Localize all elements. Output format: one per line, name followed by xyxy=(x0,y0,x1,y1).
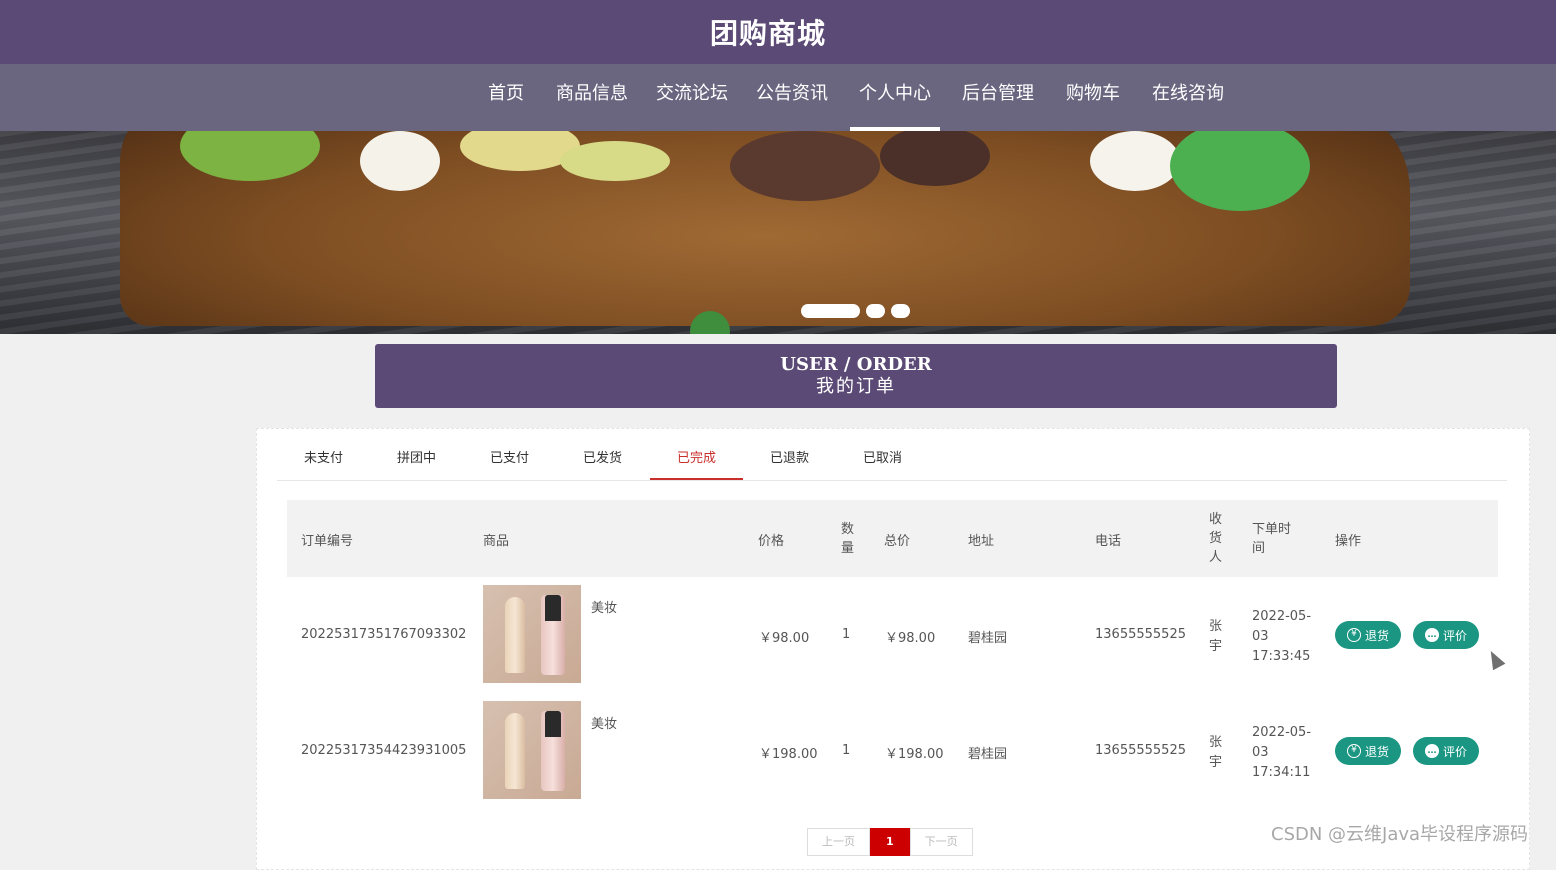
col-price: 价格 xyxy=(758,534,785,549)
order-time: 2022-05-03 17:34:11 xyxy=(1252,725,1312,780)
tab-shipped[interactable]: 已发货 xyxy=(556,429,649,479)
receiver: 张宇 xyxy=(1209,619,1223,654)
order-no: 20225317351767093302 xyxy=(301,627,467,642)
page-title-en: USER / ORDER xyxy=(780,354,932,375)
col-phone: 电话 xyxy=(1095,534,1122,549)
quantity: 1 xyxy=(842,743,851,758)
next-page-button[interactable]: 下一页 xyxy=(909,828,973,856)
banner-decoration xyxy=(560,141,670,181)
carousel-indicators xyxy=(801,304,910,318)
refund-button[interactable]: ¥ 退货 xyxy=(1335,737,1401,765)
col-time: 下单时间 xyxy=(1252,522,1292,556)
order-status-tabs: 未支付 拼团中 已支付 已发货 已完成 已退款 已取消 xyxy=(277,429,1507,481)
tab-refunded[interactable]: 已退款 xyxy=(743,429,836,479)
review-button-label: 评价 xyxy=(1442,628,1467,643)
page-title-cn: 我的订单 xyxy=(816,376,896,397)
table-row: 20225317354423931005 美妆 ￥198.00 1 ￥198.0… xyxy=(287,693,1498,809)
nav-item-forum[interactable]: 交流论坛 xyxy=(656,64,728,132)
product-name[interactable]: 美妆 xyxy=(591,597,617,616)
total-price: ￥98.00 xyxy=(885,631,936,646)
address: 碧桂园 xyxy=(968,747,1008,762)
review-button[interactable]: … 评价 xyxy=(1413,621,1479,649)
tab-group-buying[interactable]: 拼团中 xyxy=(370,429,463,479)
tab-cancelled[interactable]: 已取消 xyxy=(836,429,929,479)
col-qty: 数量 xyxy=(841,522,855,556)
col-total: 总价 xyxy=(884,534,911,549)
product-name[interactable]: 美妆 xyxy=(591,713,617,732)
order-time: 2022-05-03 17:33:45 xyxy=(1252,609,1312,664)
page-1-button[interactable]: 1 xyxy=(870,828,910,856)
pagination: 上一页 1 下一页 xyxy=(807,828,973,856)
tab-unpaid[interactable]: 未支付 xyxy=(277,429,370,479)
tab-paid[interactable]: 已支付 xyxy=(463,429,556,479)
product-image[interactable] xyxy=(483,585,581,683)
prev-page-button[interactable]: 上一页 xyxy=(807,828,870,856)
yen-icon: ¥ xyxy=(1346,628,1361,642)
nav-item-admin[interactable]: 后台管理 xyxy=(962,64,1034,132)
total-price: ￥198.00 xyxy=(885,747,944,762)
nav-item-news[interactable]: 公告资讯 xyxy=(756,64,828,132)
address: 碧桂园 xyxy=(968,631,1008,646)
site-title[interactable]: 团购商城 xyxy=(710,12,826,52)
page-title-box: USER / ORDER 我的订单 xyxy=(375,344,1337,408)
col-receiver: 收货人 xyxy=(1209,512,1223,565)
watermark: CSDN @云维Java毕设程序源码 xyxy=(1271,824,1529,845)
main-nav: 首页 商品信息 交流论坛 公告资讯 个人中心 后台管理 购物车 在线咨询 xyxy=(0,64,1556,132)
carousel-dot[interactable] xyxy=(866,304,885,318)
col-product: 商品 xyxy=(483,534,510,549)
refund-button-label: 退货 xyxy=(1364,628,1389,643)
yen-icon: ¥ xyxy=(1346,744,1361,758)
nav-item-products[interactable]: 商品信息 xyxy=(556,64,628,132)
banner-decoration xyxy=(360,131,440,191)
col-address: 地址 xyxy=(968,534,995,549)
site-header: 团购商城 xyxy=(0,0,1556,64)
price: ￥198.00 xyxy=(759,747,818,762)
comment-icon: … xyxy=(1424,744,1439,758)
phone: 13655555525 xyxy=(1095,627,1186,642)
review-button[interactable]: … 评价 xyxy=(1413,737,1479,765)
nav-item-home[interactable]: 首页 xyxy=(488,64,524,132)
nav-item-cart[interactable]: 购物车 xyxy=(1066,64,1120,132)
tab-completed[interactable]: 已完成 xyxy=(650,429,743,480)
phone: 13655555525 xyxy=(1095,743,1186,758)
refund-button-label: 退货 xyxy=(1364,744,1389,759)
quantity: 1 xyxy=(842,627,851,642)
nav-item-consult[interactable]: 在线咨询 xyxy=(1152,64,1224,132)
banner-decoration xyxy=(730,131,880,201)
nav-item-user-center[interactable]: 个人中心 xyxy=(850,64,940,132)
banner-carousel[interactable] xyxy=(0,131,1556,334)
banner-decoration xyxy=(1090,131,1180,191)
receiver: 张宇 xyxy=(1209,735,1223,770)
carousel-dot[interactable] xyxy=(891,304,910,318)
refund-button[interactable]: ¥ 退货 xyxy=(1335,621,1401,649)
orders-panel: 未支付 拼团中 已支付 已发货 已完成 已退款 已取消 订单编号 商品 价格 数… xyxy=(256,428,1530,870)
col-order-no: 订单编号 xyxy=(301,534,354,549)
comment-icon: … xyxy=(1424,628,1439,642)
product-image[interactable] xyxy=(483,701,581,799)
col-action: 操作 xyxy=(1335,534,1362,549)
order-no: 20225317354423931005 xyxy=(301,743,467,758)
table-row: 20225317351767093302 美妆 ￥98.00 1 ￥98.00 … xyxy=(287,577,1498,693)
table-header: 订单编号 商品 价格 数量 总价 地址 电话 收货人 下单时间 操作 xyxy=(287,500,1498,577)
review-button-label: 评价 xyxy=(1442,744,1467,759)
price: ￥98.00 xyxy=(759,631,810,646)
carousel-dot[interactable] xyxy=(801,304,860,318)
